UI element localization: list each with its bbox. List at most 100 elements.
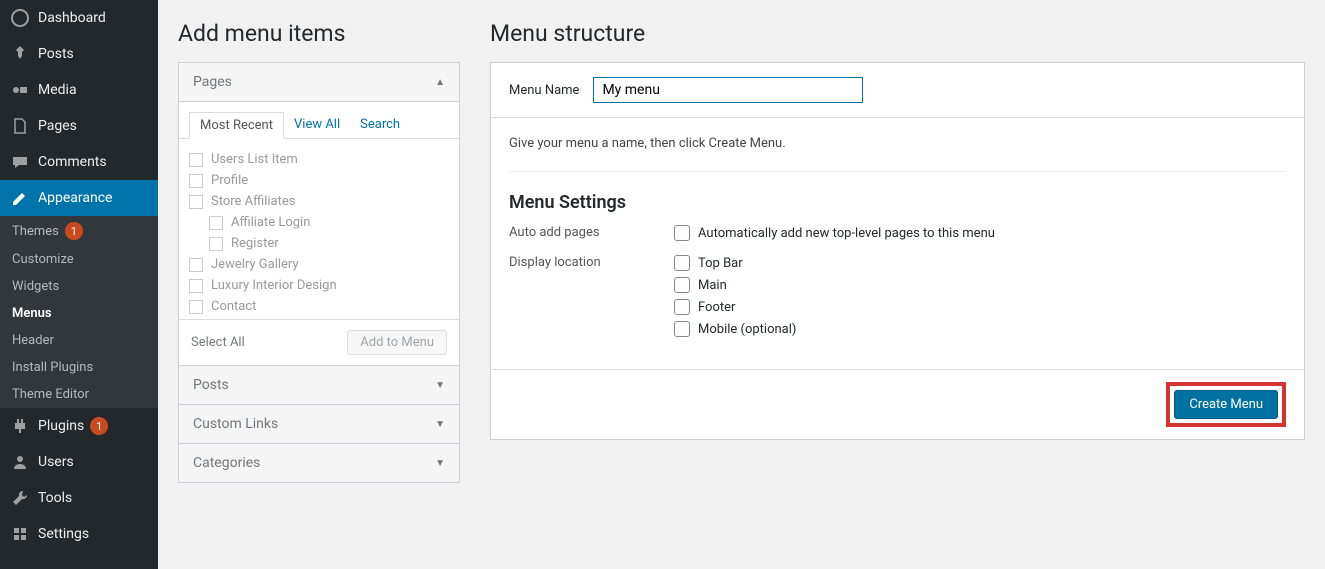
pages-list[interactable]: Users List Item Profile Store Affiliates… <box>179 139 459 319</box>
sidebar-label: Plugins <box>38 418 84 434</box>
add-menu-heading: Add menu items <box>178 20 460 47</box>
sidebar-label: Posts <box>38 46 74 62</box>
menu-structure-column: Menu structure Menu Name Give your menu … <box>490 0 1305 483</box>
auto-add-label: Auto add pages <box>509 225 674 247</box>
update-badge: 1 <box>90 417 108 435</box>
tab-view-all[interactable]: View All <box>284 112 350 138</box>
menu-panel: Menu Name Give your menu a name, then cl… <box>490 62 1305 440</box>
checkbox[interactable] <box>209 216 223 230</box>
sidebar-label: Tools <box>38 490 72 506</box>
sidebar-item-dashboard[interactable]: Dashboard <box>0 0 158 36</box>
sidebar-subitem-menus[interactable]: Menus <box>0 300 158 327</box>
list-item[interactable]: Profile <box>189 170 449 191</box>
sidebar-label: Comments <box>38 154 107 170</box>
checkbox[interactable] <box>674 277 690 293</box>
create-menu-button[interactable]: Create Menu <box>1174 390 1278 419</box>
add-to-menu-button[interactable]: Add to Menu <box>347 330 447 355</box>
add-menu-items-column: Add menu items Pages ▲ Most Recent View … <box>178 0 460 483</box>
checkbox[interactable] <box>674 255 690 271</box>
checkbox[interactable] <box>209 237 223 251</box>
sidebar-subitem-themes[interactable]: Themes1 <box>0 216 158 246</box>
sidebar-item-plugins[interactable]: Plugins 1 <box>0 408 158 444</box>
location-option-mobile[interactable]: Mobile (optional) <box>674 321 1286 337</box>
plugins-icon <box>10 416 30 436</box>
list-item[interactable]: Users List Item <box>189 149 449 170</box>
sidebar-label: Pages <box>38 118 77 134</box>
sidebar-item-appearance[interactable]: Appearance <box>0 180 158 216</box>
checkbox[interactable] <box>674 225 690 241</box>
tools-icon <box>10 488 30 508</box>
sidebar-item-settings[interactable]: Settings <box>0 516 158 552</box>
checkbox[interactable] <box>189 279 203 293</box>
sidebar-item-comments[interactable]: Comments <box>0 144 158 180</box>
sidebar-item-media[interactable]: Media <box>0 72 158 108</box>
location-option-main[interactable]: Main <box>674 277 1286 293</box>
pages-tabs: Most Recent View All Search <box>179 102 459 139</box>
accordion-header-pages[interactable]: Pages ▲ <box>179 63 459 102</box>
sidebar-label: Media <box>38 82 77 98</box>
sidebar-subitem-install-plugins[interactable]: Install Plugins <box>0 354 158 381</box>
users-icon <box>10 452 30 472</box>
sidebar-item-posts[interactable]: Posts <box>0 36 158 72</box>
accordion-header-posts[interactable]: Posts ▼ <box>179 366 459 404</box>
auto-add-option[interactable]: Automatically add new top-level pages to… <box>674 225 1286 241</box>
location-option-topbar[interactable]: Top Bar <box>674 255 1286 271</box>
sidebar-submenu-appearance: Themes1 Customize Widgets Menus Header I… <box>0 216 158 408</box>
chevron-down-icon: ▼ <box>435 458 445 469</box>
dashboard-icon <box>10 8 30 28</box>
checkbox[interactable] <box>674 299 690 315</box>
sidebar-subitem-theme-editor[interactable]: Theme Editor <box>0 381 158 408</box>
update-badge: 1 <box>65 222 83 240</box>
chevron-down-icon: ▼ <box>435 419 445 430</box>
sidebar-label: Settings <box>38 526 89 542</box>
highlight-annotation: Create Menu <box>1166 382 1286 427</box>
media-icon <box>10 80 30 100</box>
tab-most-recent[interactable]: Most Recent <box>189 112 284 139</box>
list-item[interactable]: Contact <box>189 296 449 317</box>
chevron-down-icon: ▼ <box>435 380 445 391</box>
menu-settings-heading: Menu Settings <box>509 192 1286 213</box>
list-item[interactable]: Store Affiliates <box>189 191 449 212</box>
list-item[interactable]: Luxury Interior Design <box>189 275 449 296</box>
pages-icon <box>10 116 30 136</box>
sidebar-subitem-header[interactable]: Header <box>0 327 158 354</box>
select-all-link[interactable]: Select All <box>191 335 245 350</box>
accordion-header-custom-links[interactable]: Custom Links ▼ <box>179 405 459 443</box>
accordion-pages: Pages ▲ Most Recent View All Search User… <box>178 62 460 366</box>
location-option-footer[interactable]: Footer <box>674 299 1286 315</box>
checkbox[interactable] <box>189 300 203 314</box>
instruction-text: Give your menu a name, then click Create… <box>509 136 1286 151</box>
accordion-categories: Categories ▼ <box>178 444 460 483</box>
comments-icon <box>10 152 30 172</box>
tab-search[interactable]: Search <box>350 112 410 138</box>
accordion-posts: Posts ▼ <box>178 366 460 405</box>
checkbox[interactable] <box>189 195 203 209</box>
menu-name-input[interactable] <box>593 77 863 103</box>
chevron-up-icon: ▲ <box>435 77 445 88</box>
sidebar-label: Dashboard <box>38 10 106 26</box>
display-location-label: Display location <box>509 255 674 343</box>
checkbox[interactable] <box>189 153 203 167</box>
pin-icon <box>10 44 30 64</box>
divider <box>509 171 1286 172</box>
appearance-icon <box>10 188 30 208</box>
list-item[interactable]: Affiliate Login <box>189 212 449 233</box>
accordion-header-categories[interactable]: Categories ▼ <box>179 444 459 482</box>
sidebar-subitem-customize[interactable]: Customize <box>0 246 158 273</box>
list-item[interactable]: Jewelry Gallery <box>189 254 449 275</box>
accordion-custom-links: Custom Links ▼ <box>178 405 460 444</box>
sidebar-subitem-widgets[interactable]: Widgets <box>0 273 158 300</box>
settings-icon <box>10 524 30 544</box>
sidebar-label: Users <box>38 454 74 470</box>
list-item[interactable]: Register <box>189 233 449 254</box>
checkbox[interactable] <box>189 258 203 272</box>
checkbox[interactable] <box>674 321 690 337</box>
sidebar-item-pages[interactable]: Pages <box>0 108 158 144</box>
checkbox[interactable] <box>189 174 203 188</box>
admin-sidebar: Dashboard Posts Media Pages Comments App… <box>0 0 158 569</box>
sidebar-item-users[interactable]: Users <box>0 444 158 480</box>
menu-structure-heading: Menu structure <box>490 20 1305 47</box>
sidebar-label: Appearance <box>38 190 112 206</box>
menu-name-label: Menu Name <box>509 83 579 98</box>
sidebar-item-tools[interactable]: Tools <box>0 480 158 516</box>
